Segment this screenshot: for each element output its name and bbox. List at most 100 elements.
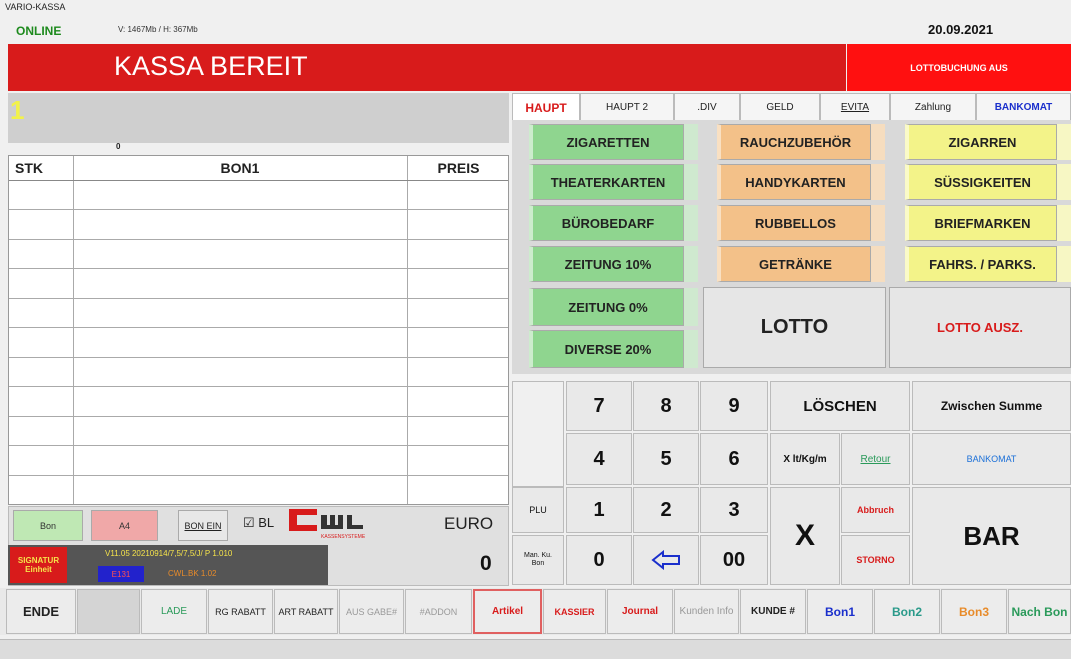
- table-row[interactable]: [9, 357, 508, 387]
- table-row[interactable]: [9, 298, 508, 328]
- cat-zeitung10[interactable]: ZEITUNG 10%: [529, 246, 684, 282]
- bon2-button[interactable]: Bon2: [874, 589, 940, 634]
- table-row[interactable]: [9, 239, 508, 269]
- lade-button[interactable]: LADE: [141, 589, 207, 634]
- table-row[interactable]: [9, 180, 508, 210]
- cat-rubbellos[interactable]: RUBBELLOS: [717, 205, 871, 241]
- key-0[interactable]: 0: [566, 535, 632, 585]
- cat-briefmarken[interactable]: BRIEFMARKEN: [905, 205, 1057, 241]
- cat-edge: [1057, 124, 1071, 160]
- bon-ein-button[interactable]: BON EIN: [178, 510, 228, 541]
- cat-zeitung0[interactable]: ZEITUNG 0%: [529, 288, 684, 326]
- cat-zigaretten[interactable]: ZIGARETTEN: [529, 124, 684, 160]
- cat-edge: [1057, 246, 1071, 282]
- cat-handykarten[interactable]: HANDYKARTEN: [717, 164, 871, 200]
- key-9[interactable]: 9: [700, 381, 768, 431]
- bon3-button[interactable]: Bon3: [941, 589, 1007, 634]
- cat-rauchzubehoer[interactable]: RAUCHZUBEHÖR: [717, 124, 871, 160]
- cat-edge: [871, 124, 885, 160]
- bl-checkbox[interactable]: ☑ BL: [243, 515, 274, 531]
- blank-button: [77, 589, 140, 634]
- multiply-button[interactable]: X: [770, 487, 840, 585]
- tab-evita[interactable]: EVITA: [820, 93, 890, 121]
- status-bar: [0, 639, 1071, 659]
- error-code: E131: [98, 566, 144, 582]
- lotto-status-button[interactable]: LOTTOBUCHUNG AUS: [847, 44, 1071, 91]
- cat-edge: [871, 205, 885, 241]
- table-row[interactable]: [9, 209, 508, 240]
- x-unit-button[interactable]: X lt/Kg/m: [770, 433, 840, 485]
- tab-haupt[interactable]: HAUPT: [512, 93, 580, 121]
- cwl-bk-version: CWL.BK 1.02: [168, 569, 217, 578]
- lotto-button[interactable]: LOTTO: [703, 287, 886, 368]
- rg-rabatt-button[interactable]: RG RABATT: [208, 589, 273, 634]
- kunde-button[interactable]: KUNDE #: [740, 589, 806, 634]
- key-1[interactable]: 1: [566, 487, 632, 533]
- cat-theaterkarten[interactable]: THEATERKARTEN: [529, 164, 684, 200]
- art-rabatt-button[interactable]: ART RABATT: [274, 589, 338, 634]
- key-5[interactable]: 5: [633, 433, 699, 485]
- cat-suessigkeiten[interactable]: SÜSSIGKEITEN: [905, 164, 1057, 200]
- key-3[interactable]: 3: [700, 487, 768, 533]
- table-row[interactable]: [9, 475, 508, 504]
- bon1-button[interactable]: Bon1: [807, 589, 873, 634]
- zwischen-summe-button[interactable]: Zwischen Summe: [912, 381, 1071, 431]
- ausgabe-button[interactable]: AUS GABE#: [339, 589, 404, 634]
- table-row[interactable]: [9, 386, 508, 417]
- bon-button[interactable]: Bon: [13, 510, 83, 541]
- table-row[interactable]: [9, 268, 508, 299]
- position-panel: [8, 93, 509, 143]
- cat-edge: [871, 246, 885, 282]
- position-number: 1: [10, 95, 25, 125]
- online-status: ONLINE: [16, 24, 62, 38]
- kassa-status-text: KASSA BEREIT: [114, 51, 308, 81]
- key-8[interactable]: 8: [633, 381, 699, 431]
- logo-subtitle: KASSENSYSTEME: [321, 534, 366, 540]
- table-row[interactable]: [9, 327, 508, 358]
- cat-getraenke[interactable]: GETRÄNKE: [717, 246, 871, 282]
- loeschen-button[interactable]: LÖSCHEN: [770, 381, 910, 431]
- tab-haupt2[interactable]: HAUPT 2: [580, 93, 674, 121]
- retour-button[interactable]: Retour: [841, 433, 910, 485]
- total-amount: 0: [480, 552, 492, 575]
- col-preis: PREIS: [407, 156, 508, 181]
- nach-bon-button[interactable]: Nach Bon: [1008, 589, 1071, 634]
- cat-buerobedarf[interactable]: BÜROBEDARF: [529, 205, 684, 241]
- arrow-left-icon: [651, 550, 680, 570]
- tab-div[interactable]: .DIV: [674, 93, 740, 121]
- tab-bankomat[interactable]: BANKOMAT: [976, 93, 1071, 121]
- backspace-button[interactable]: [633, 535, 699, 585]
- receipt-table[interactable]: STK BON1 PREIS: [8, 155, 509, 505]
- bankomat-button[interactable]: BANKOMAT: [912, 433, 1071, 485]
- key-6[interactable]: 6: [700, 433, 768, 485]
- plu-button[interactable]: PLU: [512, 487, 564, 533]
- man-ku-bon-button[interactable]: Man. Ku. Bon: [512, 535, 564, 585]
- table-row[interactable]: [9, 416, 508, 446]
- storno-button[interactable]: STORNO: [841, 535, 910, 585]
- date-display: 20.09.2021: [928, 22, 994, 37]
- cat-zigarren[interactable]: ZIGARREN: [905, 124, 1057, 160]
- key-2[interactable]: 2: [633, 487, 699, 533]
- kassier-button[interactable]: KASSIER: [543, 589, 606, 634]
- kunden-info-button[interactable]: Kunden Info: [674, 589, 739, 634]
- abbruch-button[interactable]: Abbruch: [841, 487, 910, 533]
- bar-button[interactable]: BAR: [912, 487, 1071, 585]
- cat-fahrs-parks[interactable]: FAHRS. / PARKS.: [905, 246, 1057, 282]
- version-info: V11.05 20210914/7,5/7,5/J/ P 1.010: [105, 549, 233, 558]
- key-7[interactable]: 7: [566, 381, 632, 431]
- app-title: VARIO-KASSA: [5, 2, 66, 12]
- lotto-auszahlung-button[interactable]: LOTTO AUSZ.: [889, 287, 1071, 368]
- key-4[interactable]: 4: [566, 433, 632, 485]
- ende-button[interactable]: ENDE: [6, 589, 76, 634]
- a4-button[interactable]: A4: [91, 510, 158, 541]
- tab-geld[interactable]: GELD: [740, 93, 820, 121]
- table-row[interactable]: [9, 445, 508, 476]
- cat-diverse20[interactable]: DIVERSE 20%: [529, 330, 684, 368]
- artikel-button[interactable]: Artikel: [473, 589, 542, 634]
- key-00[interactable]: 00: [700, 535, 768, 585]
- title-bar: [0, 0, 1071, 44]
- tab-zahlung[interactable]: Zahlung: [890, 93, 976, 121]
- currency-label: EURO: [444, 514, 494, 533]
- addon-button[interactable]: #ADDON: [405, 589, 472, 634]
- journal-button[interactable]: Journal: [607, 589, 673, 634]
